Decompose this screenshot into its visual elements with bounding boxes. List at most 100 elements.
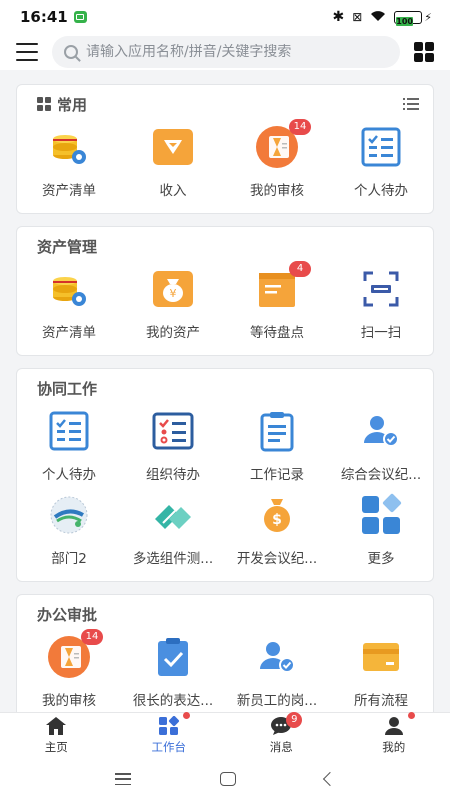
app-item[interactable]: $ 开发会议纪... <box>225 493 329 567</box>
battery-level: 100 <box>396 16 413 26</box>
system-nav-bar <box>0 758 450 800</box>
sim-icon: ⊠ <box>352 10 363 24</box>
tab-messages[interactable]: 9 消息 <box>225 712 338 758</box>
app-grid: 资产清单 收入 14 我的审核 个人待办 <box>17 117 433 199</box>
section-title: 资产管理 <box>37 237 98 256</box>
app-item[interactable]: 14 我的审核 <box>17 629 121 709</box>
app-grid: 14 我的审核 很长的表达... 新员工的岗... 所有流程 <box>17 627 433 709</box>
bottom-tab-bar: 主页 工作台 9 消息 我的 <box>0 712 450 758</box>
more-apps-icon <box>359 493 403 537</box>
notification-icon <box>73 11 87 23</box>
app-item[interactable]: 资产清单 <box>17 125 121 199</box>
app-label: 等待盘点 <box>250 325 304 341</box>
tab-home-label: 主页 <box>44 740 68 754</box>
scan-icon <box>359 267 403 311</box>
section-header: 常用 <box>17 91 433 117</box>
section-card: 协同工作个人待办 组织待办 工作记录 综合会议纪... 部门2 多选组件测... $ 开发会议… <box>16 368 434 582</box>
hourglass-doc-icon: 14 <box>255 119 311 169</box>
app-item[interactable]: 个人待办 <box>17 409 121 483</box>
app-label: 收入 <box>159 183 187 199</box>
app-item[interactable]: 很长的表达... <box>121 635 225 709</box>
workbench-content[interactable]: 常用 资产清单 收入 14 我的审核 个人待办 资产管理 资产清单 ¥ 我的资产 4 等待盘点 扫一扫协… <box>0 84 450 712</box>
menu-icon[interactable] <box>16 43 38 61</box>
workbench-icon <box>158 712 190 736</box>
back-button[interactable] <box>323 771 338 787</box>
list-view-icon[interactable] <box>403 98 419 110</box>
app-item[interactable]: ¥ 我的资产 <box>121 267 225 341</box>
tab-home[interactable]: 主页 <box>0 713 113 758</box>
search-box[interactable] <box>52 36 400 68</box>
home-button[interactable] <box>219 772 236 786</box>
app-label: 资产清单 <box>42 325 96 341</box>
battery-icon: 100 ⚡ <box>394 10 432 26</box>
search-input[interactable] <box>86 44 388 60</box>
app-item[interactable]: 所有流程 <box>329 635 433 709</box>
section-title: 协同工作 <box>37 379 98 398</box>
app-label: 资产清单 <box>42 183 96 199</box>
app-item[interactable]: 收入 <box>121 125 225 199</box>
money-pouch-icon: $ <box>255 493 299 537</box>
app-item[interactable]: 组织待办 <box>121 409 225 483</box>
count-badge: 14 <box>289 119 311 135</box>
app-label: 很长的表达... <box>132 693 214 709</box>
chat-icon: 9 <box>270 712 303 736</box>
app-label: 我的审核 <box>250 183 304 199</box>
home-icon <box>45 716 67 736</box>
workbench-dot <box>182 712 190 719</box>
app-label: 多选组件测... <box>132 551 214 567</box>
section-card: 常用资产清单 收入 14 我的审核 个人待办 <box>16 84 434 214</box>
app-item[interactable]: 多选组件测... <box>121 493 225 567</box>
clipboard-check-icon <box>151 635 195 679</box>
section-card: 资产管理资产清单 ¥ 我的资产 4 等待盘点 扫一扫 <box>16 226 434 356</box>
tab-workbench[interactable]: 工作台 <box>113 712 226 758</box>
app-grid-icon[interactable] <box>414 42 434 62</box>
tab-profile-label: 我的 <box>382 740 406 754</box>
app-grid: 资产清单 ¥ 我的资产 4 等待盘点 扫一扫 <box>17 259 433 341</box>
org-todo-icon <box>151 409 195 453</box>
app-item[interactable]: 综合会议纪... <box>329 409 433 483</box>
top-search-bar <box>0 34 450 70</box>
user-check-icon <box>255 635 299 679</box>
bluetooth-icon: ✱ <box>332 9 345 25</box>
count-badge: 4 <box>289 261 311 277</box>
app-label: 组织待办 <box>146 467 200 483</box>
hourglass-doc-icon: 14 <box>47 629 103 679</box>
app-label: 更多 <box>367 551 395 567</box>
app-item[interactable]: 扫一扫 <box>329 267 433 341</box>
app-item[interactable]: 更多 <box>329 493 433 567</box>
app-label: 扫一扫 <box>360 325 402 341</box>
app-label: 新员工的岗... <box>236 693 318 709</box>
app-item[interactable]: 14 我的审核 <box>225 119 329 199</box>
tab-profile[interactable]: 我的 <box>338 712 450 758</box>
profile-icon <box>383 712 415 736</box>
app-item[interactable]: 工作记录 <box>225 409 329 483</box>
clipboard-icon <box>255 409 299 453</box>
status-time: 16:41 <box>20 8 68 26</box>
tab-workbench-label: 工作台 <box>151 740 187 754</box>
app-label: 所有流程 <box>354 693 408 709</box>
app-label: 工作记录 <box>250 467 304 483</box>
grid-icon <box>37 97 51 111</box>
user-check-icon <box>359 409 403 453</box>
app-label: 开发会议纪... <box>236 551 318 567</box>
section-card: 办公审批 14 我的审核 很长的表达... 新员工的岗... 所有流程 <box>16 594 434 712</box>
money-bag-icon: ¥ <box>151 267 195 311</box>
section-header: 资产管理 <box>17 233 433 259</box>
tab-messages-label: 消息 <box>269 740 293 754</box>
app-grid: 个人待办 组织待办 工作记录 综合会议纪... 部门2 多选组件测... $ 开发会议纪...… <box>17 401 433 567</box>
section-title: 办公审批 <box>37 605 98 624</box>
app-item[interactable]: 个人待办 <box>329 125 433 199</box>
app-label: 综合会议纪... <box>340 467 422 483</box>
globe-logo-icon <box>47 493 91 537</box>
inventory-box-icon: 4 <box>255 261 311 311</box>
app-item[interactable]: 4 等待盘点 <box>225 261 329 341</box>
app-item[interactable]: 部门2 <box>17 493 121 567</box>
card-icon <box>359 635 403 679</box>
app-item[interactable]: 新员工的岗... <box>225 635 329 709</box>
app-item[interactable]: 资产清单 <box>17 267 121 341</box>
search-icon <box>64 45 78 59</box>
recent-apps-button[interactable] <box>114 773 131 785</box>
app-label: 个人待办 <box>42 467 96 483</box>
app-label: 部门2 <box>51 551 87 567</box>
svg-text:¥: ¥ <box>170 287 177 300</box>
